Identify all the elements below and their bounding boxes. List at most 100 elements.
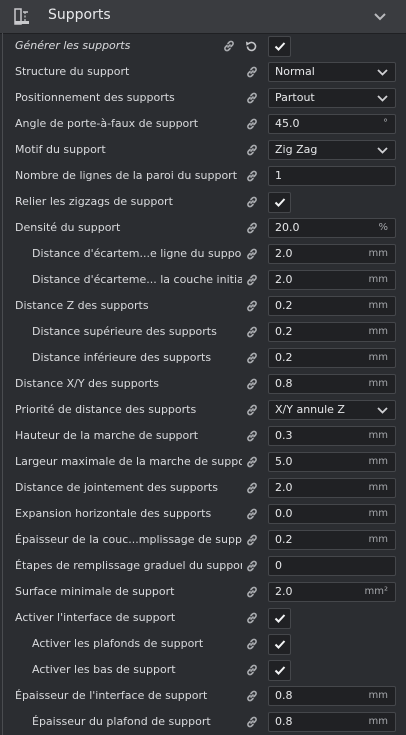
link-icon[interactable] — [245, 195, 259, 209]
link-icon[interactable] — [245, 533, 259, 547]
setting-dropdown[interactable]: Zig Zag — [268, 140, 396, 160]
link-icon[interactable] — [245, 455, 259, 469]
setting-input[interactable]: 0.8 mm — [268, 374, 396, 394]
setting-checkbox[interactable] — [268, 192, 291, 213]
link-icon[interactable] — [245, 65, 259, 79]
input-value: 0.2 — [275, 533, 293, 546]
chevron-down-icon — [377, 95, 388, 102]
link-icon[interactable] — [245, 299, 259, 313]
link-icon[interactable] — [245, 429, 259, 443]
link-icon[interactable] — [245, 247, 259, 261]
input-value: 1 — [275, 169, 282, 182]
setting-label: Expansion horizontale des supports — [15, 507, 212, 520]
setting-row-nombre-de-lignes-de-la-paroi-du-support: Nombre de lignes de la paroi du support 1 — [0, 163, 406, 189]
setting-row-distance-x-y-des-supports: Distance X/Y des supports 0.8 mm — [0, 371, 406, 397]
link-icon[interactable] — [245, 559, 259, 573]
setting-dropdown[interactable]: Partout — [268, 88, 396, 108]
setting-label: Distance inférieure des supports — [32, 351, 212, 364]
setting-label: Activer les bas de support — [32, 663, 176, 676]
link-icon[interactable] — [245, 143, 259, 157]
check-icon — [274, 614, 286, 623]
setting-input[interactable]: 0.2 mm — [268, 322, 396, 342]
setting-input[interactable]: 5.0 mm — [268, 452, 396, 472]
setting-checkbox[interactable] — [268, 634, 291, 655]
setting-checkbox[interactable] — [268, 36, 291, 57]
setting-row-distance-z-des-supports: Distance Z des supports 0.2 mm — [0, 293, 406, 319]
setting-label: Densité du support — [15, 221, 121, 234]
setting-input[interactable]: 0.3 mm — [268, 426, 396, 446]
setting-input[interactable]: 2.0 mm — [268, 478, 396, 498]
setting-label: Surface minimale de support — [15, 585, 175, 598]
setting-input[interactable]: 2.0 mm — [268, 244, 396, 264]
chevron-down-icon[interactable] — [372, 9, 388, 25]
chevron-down-icon — [377, 147, 388, 154]
link-icon[interactable] — [245, 117, 259, 131]
setting-input[interactable]: 0.8 mm — [268, 712, 396, 732]
setting-row-generer-les-supports: Générer les supports — [0, 33, 406, 59]
reset-icon[interactable] — [244, 39, 259, 54]
input-unit: mm — [368, 326, 388, 337]
setting-input[interactable]: 20.0% — [268, 218, 396, 238]
input-unit: mm — [368, 482, 388, 493]
link-icon[interactable] — [245, 273, 259, 287]
link-icon[interactable] — [245, 325, 259, 339]
input-value: 2.0 — [275, 585, 293, 598]
support-icon — [14, 8, 29, 25]
input-value: 0.2 — [275, 351, 293, 364]
setting-row-motif-du-support: Motif du support Zig Zag — [0, 137, 406, 163]
setting-label: Générer les supports — [15, 39, 131, 52]
check-icon — [274, 198, 286, 207]
setting-row-positionnement-des-supports: Positionnement des supports Partout — [0, 85, 406, 111]
setting-checkbox[interactable] — [268, 660, 291, 681]
input-value: 45.0 — [275, 117, 300, 130]
link-icon[interactable] — [245, 611, 259, 625]
setting-input[interactable]: 0.2 mm — [268, 348, 396, 368]
input-unit: mm — [368, 508, 388, 519]
link-icon[interactable] — [245, 689, 259, 703]
link-icon[interactable] — [245, 585, 259, 599]
setting-input[interactable]: 0.8 mm — [268, 686, 396, 706]
section-title: Supports — [48, 7, 111, 23]
section-header-supports[interactable]: Supports — [0, 0, 406, 34]
link-icon[interactable] — [245, 169, 259, 183]
link-icon[interactable] — [245, 403, 259, 417]
setting-input[interactable]: 0 — [268, 556, 396, 576]
link-icon[interactable] — [245, 221, 259, 235]
link-icon[interactable] — [222, 39, 236, 53]
link-icon[interactable] — [245, 637, 259, 651]
setting-row-etapes-de-remplissage-graduel-du-support: Étapes de remplissage graduel du support… — [0, 553, 406, 579]
input-value: 0.2 — [275, 325, 293, 338]
setting-row-epaisseur-de-la-couc-mplissage-de-support: Épaisseur de la couc...mplissage de supp… — [0, 527, 406, 553]
link-icon[interactable] — [245, 91, 259, 105]
link-icon[interactable] — [245, 351, 259, 365]
setting-row-epaisseur-de-l-interface-de-support: Épaisseur de l'interface de support 0.8 mm — [0, 683, 406, 709]
setting-input[interactable]: 45.0 ° — [268, 114, 396, 134]
link-icon[interactable] — [245, 507, 259, 521]
setting-dropdown[interactable]: X/Y annule Z — [268, 400, 396, 420]
setting-label: Motif du support — [15, 143, 106, 156]
input-unit: % — [378, 222, 388, 233]
setting-row-distance-de-jointement-des-supports: Distance de jointement des supports 2.0 mm — [0, 475, 406, 501]
link-icon[interactable] — [245, 377, 259, 391]
setting-input[interactable]: 0.2 mm — [268, 296, 396, 316]
setting-input[interactable]: 1 — [268, 166, 396, 186]
check-icon — [274, 640, 286, 649]
setting-input[interactable]: 0.2 mm — [268, 530, 396, 550]
setting-input[interactable]: 2.0 mm² — [268, 582, 396, 602]
setting-dropdown[interactable]: Normal — [268, 62, 396, 82]
setting-row-hauteur-de-la-marche-de-support: Hauteur de la marche de support 0.3 mm — [0, 423, 406, 449]
setting-input[interactable]: 2.0 mm — [268, 270, 396, 290]
dropdown-value: Zig Zag — [275, 143, 318, 156]
setting-input[interactable]: 0.0 mm — [268, 504, 396, 524]
input-unit: mm — [368, 274, 388, 285]
input-value: 0 — [275, 559, 282, 572]
setting-checkbox[interactable] — [268, 608, 291, 629]
link-icon[interactable] — [245, 715, 259, 729]
setting-label: Distance d'écarteme... la couche initial… — [32, 273, 242, 286]
setting-row-expansion-horizontale-des-supports: Expansion horizontale des supports 0.0 mm — [0, 501, 406, 527]
link-icon[interactable] — [245, 663, 259, 677]
setting-row-distance-superieure-des-supports: Distance supérieure des supports 0.2 mm — [0, 319, 406, 345]
setting-label: Distance d'écartem...e ligne du support — [32, 247, 242, 260]
link-icon[interactable] — [245, 481, 259, 495]
setting-label: Largeur maximale de la marche de support — [15, 455, 242, 468]
